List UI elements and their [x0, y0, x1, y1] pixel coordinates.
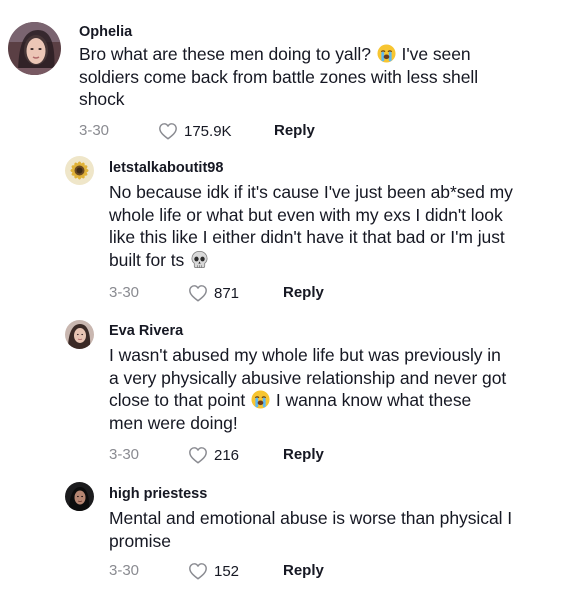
avatar[interactable] [65, 156, 94, 185]
like-button[interactable]: 175.9K [158, 120, 232, 142]
comment-text: No because idk if it's cause I've just b… [109, 182, 513, 270]
comment-meta: 3-30 871 Reply [109, 282, 409, 304]
reply-button[interactable]: Reply [274, 122, 315, 139]
heart-icon [159, 123, 177, 140]
comment-meta: 3-30 175.9K Reply [79, 120, 379, 142]
comment-text: Bro what are these men doing to yall? I'… [79, 44, 479, 109]
reply-button[interactable]: Reply [283, 284, 324, 301]
skull-emoji [190, 250, 209, 269]
comment-username[interactable]: Ophelia [79, 24, 132, 40]
comment-meta: 3-30 216 Reply [109, 444, 409, 466]
comment-username[interactable]: high priestess [109, 486, 207, 502]
comment-text: I wasn't abused my whole life but was pr… [109, 345, 507, 433]
comment-username[interactable]: letstalkaboutit98 [109, 160, 223, 176]
comment-date: 3-30 [109, 446, 140, 463]
avatar[interactable] [65, 320, 94, 349]
comment-date: 3-30 [79, 122, 110, 139]
avatar[interactable] [65, 482, 94, 511]
avatar[interactable] [8, 22, 61, 75]
reply-button[interactable]: Reply [283, 562, 324, 579]
like-count: 175.9K [184, 122, 232, 140]
comment-username[interactable]: Eva Rivera [109, 323, 183, 339]
like-count: 216 [214, 446, 240, 464]
reply-button[interactable]: Reply [283, 446, 324, 463]
comment-text: Mental and emotional abuse is worse than… [109, 508, 513, 551]
like-button[interactable]: 216 [188, 444, 239, 466]
loudly-crying-face-emoji [377, 44, 396, 63]
like-count: 152 [214, 562, 240, 580]
like-button[interactable]: 871 [188, 282, 239, 304]
comment-meta: 3-30 152 Reply [109, 560, 409, 582]
like-count: 871 [214, 284, 240, 302]
loudly-crying-face-emoji [251, 390, 270, 409]
heart-icon [189, 447, 207, 464]
heart-icon [189, 563, 207, 580]
like-button[interactable]: 152 [188, 560, 239, 582]
comment-date: 3-30 [109, 284, 140, 301]
comment-date: 3-30 [109, 562, 140, 579]
heart-icon [189, 285, 207, 302]
